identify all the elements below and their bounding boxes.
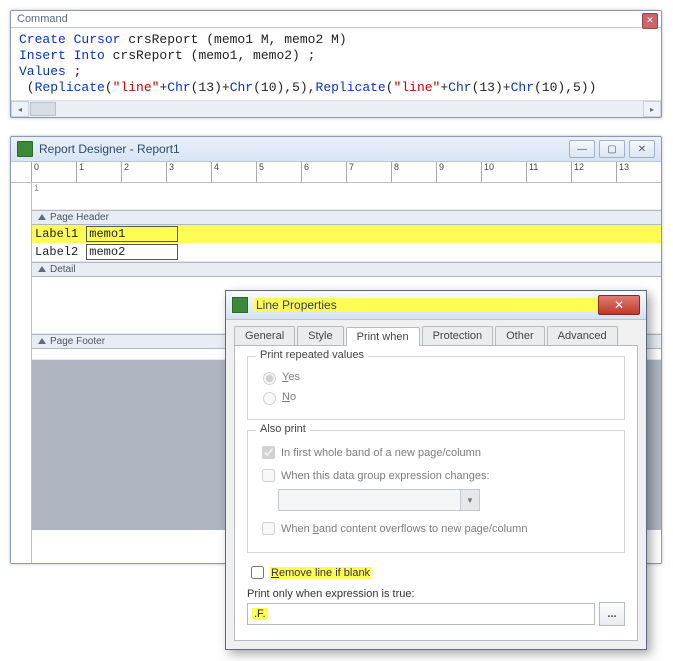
- command-titlebar: Command ✕: [11, 11, 661, 28]
- check-remove-blank[interactable]: Remove line if blank: [247, 563, 625, 582]
- check-data-group[interactable]: When this data group expression changes:: [258, 466, 614, 485]
- tab-other[interactable]: Other: [495, 326, 545, 345]
- scroll-right-button[interactable]: ▸: [643, 101, 661, 117]
- dialog-close-button[interactable]: ✕: [598, 295, 640, 315]
- dialog-icon: [232, 297, 248, 313]
- radio-no[interactable]: No: [258, 389, 614, 405]
- designer-title: Report Designer - Report1: [39, 142, 569, 156]
- check-overflow[interactable]: When band content overflows to new page/…: [258, 519, 614, 538]
- maximize-button[interactable]: ▢: [599, 140, 625, 158]
- check-data-group-label: When this data group expression changes:: [281, 470, 490, 482]
- designer-titlebar[interactable]: Report Designer - Report1 — ▢ ✕: [11, 137, 661, 162]
- dialog-titlebar[interactable]: Line Properties ✕: [226, 291, 646, 320]
- expression-input[interactable]: .F.: [247, 603, 595, 625]
- report-field-1[interactable]: memo1: [86, 226, 178, 242]
- scroll-left-button[interactable]: ◂: [11, 101, 29, 117]
- dialog-tabs: GeneralStylePrint whenProtectionOtherAdv…: [226, 320, 646, 345]
- band-detail-label: Detail: [50, 264, 76, 275]
- tab-protection[interactable]: Protection: [422, 326, 494, 345]
- command-code[interactable]: Create Cursor crsReport (memo1 M, memo2 …: [11, 28, 661, 100]
- ruler-horizontal: 012345678910111213: [11, 162, 661, 183]
- report-label-1[interactable]: Label1: [32, 226, 81, 242]
- group-print-repeated-title: Print repeated values: [256, 349, 368, 361]
- scroll-thumb[interactable]: [30, 102, 56, 116]
- band-page-footer-label: Page Footer: [50, 336, 105, 347]
- group-also-print-title: Also print: [256, 423, 310, 435]
- group-also-print: Also print In first whole band of a new …: [247, 430, 625, 553]
- report-icon: [17, 141, 33, 157]
- data-group-select[interactable]: ▼: [278, 489, 480, 511]
- tab-advanced[interactable]: Advanced: [547, 326, 618, 345]
- expression-value: .F.: [252, 608, 268, 620]
- close-icon[interactable]: ✕: [642, 13, 658, 29]
- check-first-band-label: In first whole band of a new page/column: [281, 447, 481, 459]
- expression-builder-button[interactable]: ...: [599, 602, 625, 626]
- tab-general[interactable]: General: [234, 326, 295, 345]
- check-first-band[interactable]: In first whole band of a new page/column: [258, 443, 614, 462]
- scrollbar-horizontal[interactable]: ◂ ▸: [11, 100, 661, 117]
- band-detail[interactable]: Detail: [32, 262, 661, 277]
- report-label-2[interactable]: Label2: [32, 244, 81, 260]
- chevron-down-icon[interactable]: ▼: [460, 490, 479, 510]
- print-when-label: Print only when expression is true:: [247, 588, 625, 600]
- report-field-2[interactable]: memo2: [86, 244, 178, 260]
- command-title: Command: [17, 13, 68, 25]
- tab-print-when[interactable]: Print when: [346, 327, 420, 346]
- radio-yes[interactable]: Yes: [258, 369, 614, 385]
- dialog-content: Print repeated values Yes No Also print …: [234, 345, 638, 641]
- tab-style[interactable]: Style: [297, 326, 343, 345]
- dialog-title: Line Properties: [254, 298, 598, 312]
- band-page-header-label: Page Header: [50, 212, 109, 223]
- line-properties-dialog: Line Properties ✕ GeneralStylePrint when…: [225, 290, 647, 650]
- ruler-vertical: [11, 183, 32, 563]
- command-window: Command ✕ Create Cursor crsReport (memo1…: [10, 10, 662, 118]
- band-page-header[interactable]: Page Header: [32, 210, 661, 225]
- close-button[interactable]: ✕: [629, 140, 655, 158]
- minimize-button[interactable]: —: [569, 140, 595, 158]
- group-print-repeated: Print repeated values Yes No: [247, 356, 625, 420]
